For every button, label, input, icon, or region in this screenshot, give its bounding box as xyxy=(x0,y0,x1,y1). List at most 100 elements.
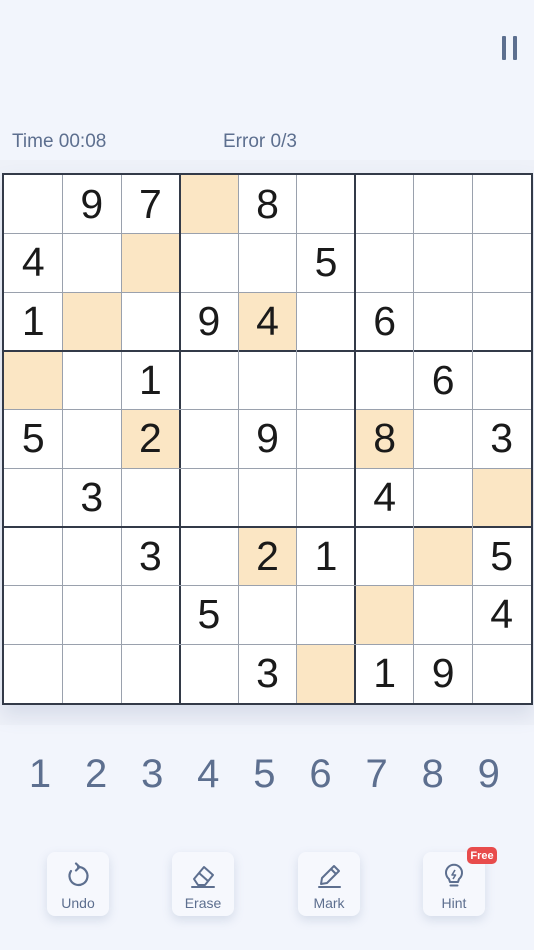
board-cell-r4-c9[interactable] xyxy=(472,351,531,410)
board-cell-r8-c3[interactable] xyxy=(121,586,180,645)
cell-divider-vertical xyxy=(471,175,473,703)
board-cell-r9-c2[interactable] xyxy=(63,644,122,703)
board-cell-r1-c1[interactable] xyxy=(4,175,63,234)
board-cell-r9-c8[interactable]: 9 xyxy=(414,644,473,703)
board-cell-r7-c6[interactable]: 1 xyxy=(297,527,356,586)
numpad-key-3[interactable]: 3 xyxy=(132,752,172,797)
board-cell-r2-c2[interactable] xyxy=(63,234,122,293)
board-cell-r7-c1[interactable] xyxy=(4,527,63,586)
board-cell-r1-c8[interactable] xyxy=(414,175,473,234)
pause-button[interactable] xyxy=(494,36,524,68)
board-cell-r6-c5[interactable] xyxy=(238,468,297,527)
error-counter: Error 0/3 xyxy=(223,131,297,152)
board-cell-r3-c4[interactable]: 9 xyxy=(180,292,239,351)
board-cell-r4-c4[interactable] xyxy=(180,351,239,410)
board-cell-r5-c5[interactable]: 9 xyxy=(238,410,297,469)
board-cell-r1-c5[interactable]: 8 xyxy=(238,175,297,234)
board-cell-r5-c8[interactable] xyxy=(414,410,473,469)
board-cell-r7-c5[interactable]: 2 xyxy=(238,527,297,586)
board-cell-r3-c3[interactable] xyxy=(121,292,180,351)
board-cell-r9-c4[interactable] xyxy=(180,644,239,703)
board-cell-r1-c9[interactable] xyxy=(472,175,531,234)
board-cell-r5-c1[interactable]: 5 xyxy=(4,410,63,469)
board-cell-r8-c4[interactable]: 5 xyxy=(180,586,239,645)
numpad-key-1[interactable]: 1 xyxy=(20,752,60,797)
numpad-key-5[interactable]: 5 xyxy=(244,752,284,797)
board-cell-r4-c7[interactable] xyxy=(355,351,414,410)
board-cell-r1-c3[interactable]: 7 xyxy=(121,175,180,234)
board-cell-r7-c9[interactable]: 5 xyxy=(472,527,531,586)
board-cell-r9-c7[interactable]: 1 xyxy=(355,644,414,703)
board-cell-r4-c8[interactable]: 6 xyxy=(414,351,473,410)
board-cell-r6-c1[interactable] xyxy=(4,468,63,527)
board-cell-r3-c6[interactable] xyxy=(297,292,356,351)
board-cell-r6-c8[interactable] xyxy=(414,468,473,527)
board-cell-r1-c7[interactable] xyxy=(355,175,414,234)
board-cell-r7-c8[interactable] xyxy=(413,527,473,586)
board-cell-r2-c5[interactable] xyxy=(238,234,297,293)
board-cell-r9-c3[interactable] xyxy=(121,644,180,703)
board-cell-r3-c2[interactable] xyxy=(62,292,122,351)
board-cell-r2-c7[interactable] xyxy=(355,234,414,293)
erase-button[interactable]: Erase xyxy=(172,852,234,916)
board-cell-r2-c4[interactable] xyxy=(180,234,239,293)
board-cell-r9-c5[interactable]: 3 xyxy=(238,644,297,703)
numpad-key-6[interactable]: 6 xyxy=(301,752,341,797)
board-cell-r5-c4[interactable] xyxy=(180,410,239,469)
board-cell-r8-c9[interactable]: 4 xyxy=(472,586,531,645)
board-cell-r3-c5[interactable]: 4 xyxy=(238,292,297,351)
board-cell-r4-c2[interactable] xyxy=(63,351,122,410)
board-cell-r9-c6[interactable] xyxy=(296,644,356,703)
board-cell-r6-c4[interactable] xyxy=(180,468,239,527)
board-cell-r6-c6[interactable] xyxy=(297,468,356,527)
board-cell-r8-c7[interactable] xyxy=(355,585,414,645)
board-cell-r5-c2[interactable] xyxy=(63,410,122,469)
board-cell-r7-c4[interactable] xyxy=(180,527,239,586)
cell-divider-vertical xyxy=(296,175,298,703)
undo-label: Undo xyxy=(61,895,95,911)
numpad-key-9[interactable]: 9 xyxy=(469,752,509,797)
board-cell-r8-c2[interactable] xyxy=(63,586,122,645)
board-cell-r2-c3[interactable] xyxy=(121,233,180,293)
board-cell-r3-c8[interactable] xyxy=(414,292,473,351)
mark-button[interactable]: Mark xyxy=(298,852,360,916)
numpad-key-7[interactable]: 7 xyxy=(357,752,397,797)
board-cell-r5-c7[interactable]: 8 xyxy=(355,409,414,469)
board-cell-r9-c9[interactable] xyxy=(472,644,531,703)
numpad-key-2[interactable]: 2 xyxy=(76,752,116,797)
numpad-key-4[interactable]: 4 xyxy=(188,752,228,797)
board-cell-r7-c2[interactable] xyxy=(63,527,122,586)
cell-divider-horizontal xyxy=(4,291,531,293)
board-cell-r4-c6[interactable] xyxy=(297,351,356,410)
board-cell-r5-c3[interactable]: 2 xyxy=(121,409,180,469)
board-cell-r1-c2[interactable]: 9 xyxy=(63,175,122,234)
board-cell-r2-c8[interactable] xyxy=(414,234,473,293)
board-cell-r9-c1[interactable] xyxy=(4,644,63,703)
board-cell-r7-c3[interactable]: 3 xyxy=(121,527,180,586)
board-cell-r8-c8[interactable] xyxy=(414,586,473,645)
board-cell-r6-c9[interactable] xyxy=(472,468,531,527)
board-cell-r3-c7[interactable]: 6 xyxy=(355,292,414,351)
board-cell-r3-c9[interactable] xyxy=(472,292,531,351)
board-cell-r6-c7[interactable]: 4 xyxy=(355,468,414,527)
numpad-key-8[interactable]: 8 xyxy=(413,752,453,797)
board-cell-r7-c7[interactable] xyxy=(355,527,414,586)
board-cell-r6-c3[interactable] xyxy=(121,468,180,527)
board-cell-r5-c9[interactable]: 3 xyxy=(472,410,531,469)
board-cell-r2-c9[interactable] xyxy=(472,234,531,293)
board-cell-r4-c3[interactable]: 1 xyxy=(121,351,180,410)
board-cell-r1-c6[interactable] xyxy=(297,175,356,234)
board-cell-r3-c1[interactable]: 1 xyxy=(4,292,63,351)
pencil-icon xyxy=(318,865,341,888)
board-cell-r8-c6[interactable] xyxy=(297,586,356,645)
board-cell-r6-c2[interactable]: 3 xyxy=(63,468,122,527)
undo-button[interactable]: Undo xyxy=(47,852,109,916)
board-cell-r5-c6[interactable] xyxy=(297,410,356,469)
board-cell-r4-c1[interactable] xyxy=(4,351,63,410)
board-cell-r1-c4[interactable] xyxy=(179,175,239,234)
board-cell-r2-c6[interactable]: 5 xyxy=(297,234,356,293)
board-cell-r8-c1[interactable] xyxy=(4,586,63,645)
board-cell-r4-c5[interactable] xyxy=(238,351,297,410)
board-cell-r8-c5[interactable] xyxy=(238,586,297,645)
board-cell-r2-c1[interactable]: 4 xyxy=(4,234,63,293)
